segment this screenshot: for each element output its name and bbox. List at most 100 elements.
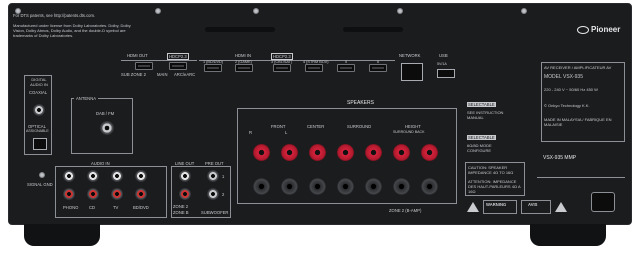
pre-out-ch1: 1 [222, 174, 225, 179]
tv-l-jack[interactable] [111, 170, 123, 182]
speaker-terminal-surround-r-pos[interactable] [337, 144, 354, 161]
zone2-l-jack[interactable] [179, 170, 191, 182]
subwoofer-2-jack[interactable] [207, 188, 219, 200]
divider [537, 177, 625, 178]
speaker-terminal-front-r-pos[interactable] [253, 144, 270, 161]
hdmi-in-port-3-label: 3 (CBL/SAT) [271, 60, 293, 64]
label-origin: MADE IN MALAYSIA / FABRIQUE EN MALAISIE [544, 117, 612, 127]
foot-right [530, 224, 606, 246]
avis-box: AVIS [521, 200, 551, 214]
screw [253, 8, 259, 14]
speaker-terminal-height-r-neg[interactable] [393, 178, 410, 195]
speaker-terminal-height-l-neg[interactable] [421, 178, 438, 195]
hdmi-out-main-port[interactable] [169, 62, 187, 70]
network-label: NETWORK [399, 53, 421, 58]
speaker-zone-label: ZONE 2 (B-AMP) [389, 208, 422, 213]
selectable-text: SEE INSTRUCTION MANUAL [467, 110, 504, 120]
speaker-terminal-front-r-neg[interactable] [253, 178, 270, 195]
cd-label: CD [89, 205, 96, 210]
usb-power: 5V/1A [437, 62, 447, 66]
hdmi-in-port-6-label: 6 [377, 60, 380, 64]
hdmi-in-port-3[interactable] [273, 64, 291, 72]
avis-label: AVIS [528, 202, 538, 207]
hdmi-in-port-1[interactable] [204, 64, 222, 72]
optical-jack[interactable] [33, 138, 47, 150]
speaker-group-center: CENTER [307, 124, 325, 129]
hdmi-in-port-1-label: 1 (BD/DVD) [203, 60, 224, 64]
speaker-terminal-center-pos[interactable] [309, 144, 326, 161]
tv-r-jack[interactable] [111, 188, 123, 200]
cd-l-jack[interactable] [87, 170, 99, 182]
usb-port[interactable] [437, 69, 455, 78]
zone2-label: ZONE 2 [173, 204, 189, 209]
label-model-title: AV RECEIVER / AMPLIFICATEUR AV [544, 65, 612, 70]
antenna-band: DAB / FM [96, 111, 115, 116]
receiver-chassis: For DTS patents, see http://patents.dts.… [8, 3, 632, 225]
brand-name: Pioneer [591, 25, 621, 35]
cd-r-jack[interactable] [87, 188, 99, 200]
usb-label: USB [439, 53, 448, 58]
coaxial-jack[interactable] [33, 104, 45, 116]
speaker-terminal-front-l-pos[interactable] [281, 144, 298, 161]
ground-screw[interactable] [39, 172, 45, 178]
signal-gnd-label: SIGNAL GND [27, 182, 53, 187]
power-inlet[interactable] [591, 192, 615, 212]
ethernet-port[interactable] [401, 63, 423, 81]
speaker-front-l: L [285, 130, 288, 135]
digital-audio-title: DIGITAL AUDIO IN [30, 77, 48, 87]
speaker-terminal-front-l-neg[interactable] [281, 178, 298, 195]
screw [521, 8, 527, 14]
hdmi-out-arc-label: ARC/eARC [174, 72, 196, 77]
hdmi-in-port-6[interactable] [369, 64, 387, 72]
digital-audio-in-panel: DIGITAL AUDIO IN COAXIAL OPTICAL ASSIGNA… [24, 75, 52, 155]
brand-logo: Pioneer [577, 26, 620, 34]
selectable2-text: 6Ω/8Ω MODE CONFIGURE [467, 143, 492, 153]
hdmi-in-port-4[interactable] [305, 64, 323, 72]
speaker-terminal-center-neg[interactable] [309, 178, 326, 195]
hdmi-in-port-5-label: 5 [345, 60, 348, 64]
hdmi-out-sub-port[interactable] [135, 62, 153, 70]
warning-triangle-icon [555, 202, 567, 212]
vent-slot [343, 27, 403, 32]
hdmi-in-port-2-label: 2 (GAME) [235, 60, 252, 64]
antenna-title: ANTENNA [74, 96, 99, 101]
phono-l-jack[interactable] [63, 170, 75, 182]
hdmi-out-label: HDMI OUT [127, 53, 148, 58]
label-power: 220 - 240 V ~ 50/60 Hz 450 W [544, 87, 598, 92]
label-maker: © Onkyo Technology K.K. [544, 103, 590, 108]
speaker-terminal-surround-r-neg[interactable] [337, 178, 354, 195]
divider [199, 60, 395, 61]
zoneb-label: ZONE B [173, 210, 189, 215]
caution-text: CAUTION: SPEAKER IMPEDANCE 4Ω TO 16Ω [468, 165, 514, 175]
screw [397, 8, 403, 14]
coaxial-label: COAXIAL [29, 90, 48, 95]
screw [155, 8, 161, 14]
hdmi-in-port-2[interactable] [235, 64, 253, 72]
patent-note: For DTS patents, see http://patents.dts.… [13, 13, 96, 18]
phono-r-jack[interactable] [63, 188, 75, 200]
speaker-group-front: FRONT [271, 124, 286, 129]
warning-label: WARNING [486, 202, 507, 207]
hdmi-in-port-5[interactable] [337, 64, 355, 72]
speaker-terminal-height-r-pos[interactable] [393, 144, 410, 161]
dolby-note: Manufactured under license from Dolby La… [13, 23, 131, 38]
attention-text: ATTENTION: IMPEDANCE DES HAUT-PARLEURS 4… [468, 179, 521, 194]
vent-slot [205, 27, 275, 32]
warning-box: WARNING [483, 200, 517, 214]
hdmi-in-label: HDMI IN [235, 53, 252, 58]
speaker-terminal-surround-l-neg[interactable] [365, 178, 382, 195]
subwoofer-1-jack[interactable] [207, 170, 219, 182]
speaker-group-height: HEIGHT [405, 124, 421, 129]
hdmi-out-main-label: MAIN [157, 72, 168, 77]
bd-dvd-l-jack[interactable] [135, 170, 147, 182]
speaker-terminal-height-l-pos[interactable] [421, 144, 438, 161]
hdmi-in-hdcp: HDCP2.3 [271, 53, 293, 60]
speaker-terminal-surround-l-pos[interactable] [365, 144, 382, 161]
subwoofer-label: SUBWOOFER [201, 210, 229, 215]
pre-out-ch2: 2 [222, 192, 225, 197]
bd-dvd-r-jack[interactable] [135, 188, 147, 200]
zone2-r-jack[interactable] [179, 188, 191, 200]
speaker-front-r: R [249, 130, 253, 135]
antenna-jack[interactable] [100, 121, 114, 135]
warning-triangle-icon [467, 202, 479, 212]
